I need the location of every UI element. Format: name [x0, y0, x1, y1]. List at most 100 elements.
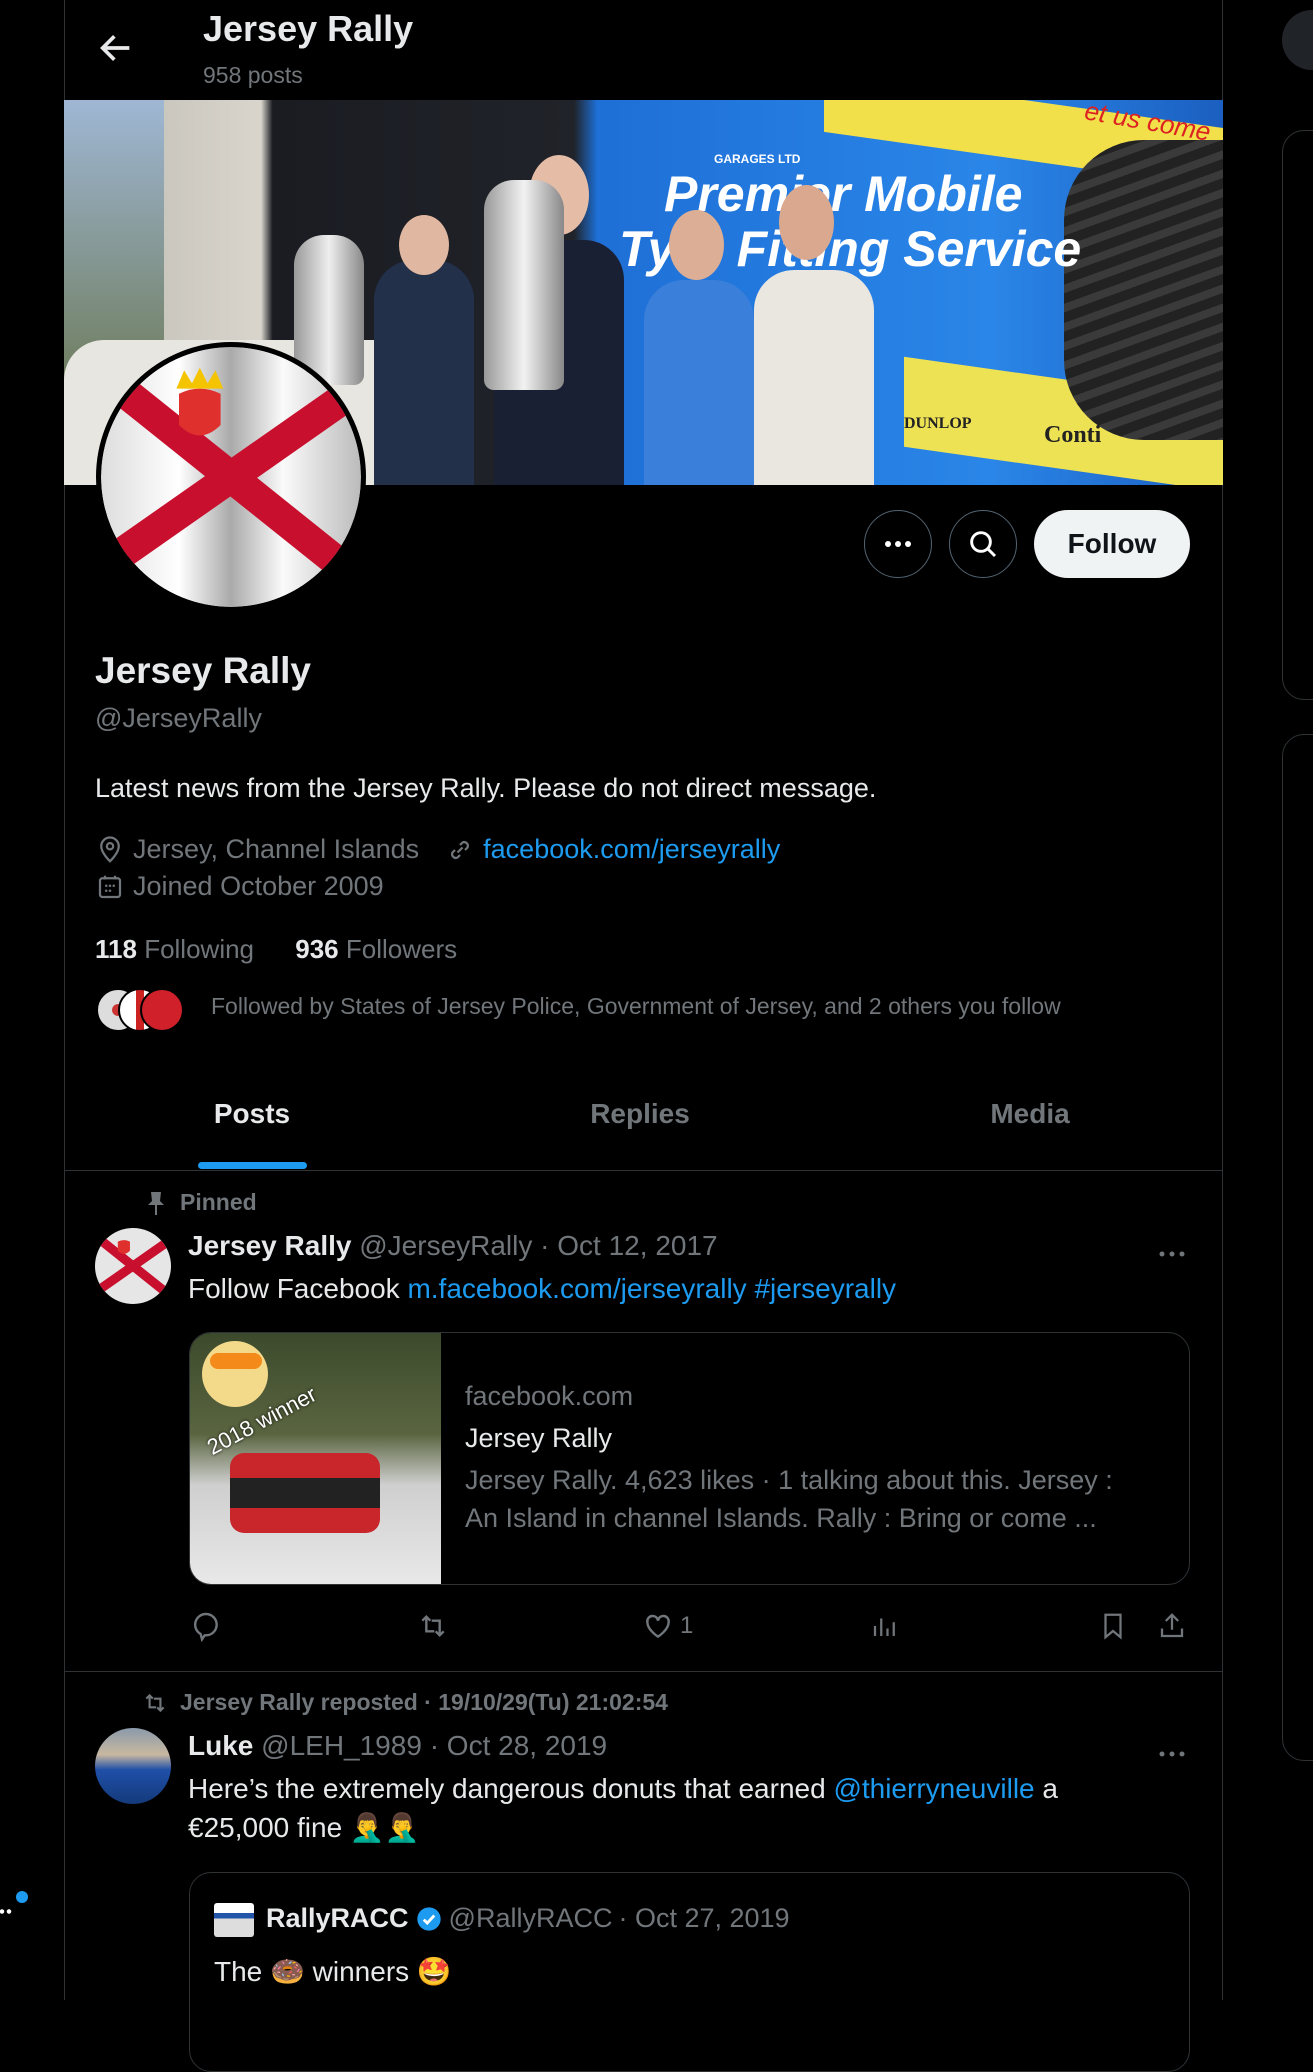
card-description: Jersey Rally. 4,623 likes · 1 talking ab…: [465, 1465, 1113, 1495]
profile-name: Jersey Rally: [95, 650, 312, 691]
quoted-text: The 🍩 winners 🤩: [214, 1956, 452, 1987]
followers-label: Followers: [345, 934, 458, 964]
tab-active-indicator: [198, 1162, 307, 1169]
following-count: 118: [95, 934, 137, 964]
more-options-button[interactable]: [864, 510, 932, 578]
share-button[interactable]: [1157, 1610, 1187, 1642]
post-mention[interactable]: @thierryneuville: [833, 1773, 1034, 1804]
verified-badge-icon: [416, 1906, 441, 1931]
more-horizontal-icon: [1159, 1751, 1185, 1757]
post-text: Here’s the extremely dangerous donuts th…: [188, 1773, 1058, 1805]
joined-text: Joined October 2009: [133, 871, 384, 901]
post-text: Follow Facebook m.facebook.com/jerseyral…: [188, 1273, 896, 1305]
share-icon: [1160, 1613, 1184, 1638]
post-more-button[interactable]: [1158, 1745, 1186, 1763]
followed-by-avatars[interactable]: [96, 988, 186, 1032]
arrow-left-icon: [100, 35, 130, 61]
jersey-flag-avatar-image: [101, 347, 361, 607]
profile-joined: Joined October 2009: [95, 871, 384, 902]
reply-icon: [194, 1612, 218, 1642]
post-author-name[interactable]: Luke: [188, 1730, 253, 1761]
quoted-author-name: RallyRACC: [266, 1903, 409, 1933]
pinned-text: Pinned: [180, 1189, 257, 1215]
website-link[interactable]: facebook.com/jerseyrally: [483, 834, 780, 865]
quoted-avatar: [214, 1903, 254, 1937]
tab-posts[interactable]: Posts: [59, 1098, 445, 1130]
post-more-button[interactable]: [1158, 1245, 1186, 1263]
post-avatar[interactable]: [95, 1728, 171, 1804]
repost-context: Jersey Rally reposted · 19/10/29(Tu) 21:…: [140, 1689, 668, 1716]
post-author-name[interactable]: Jersey Rally: [188, 1230, 351, 1261]
quoted-author-handle: @RallyRACC: [448, 1903, 613, 1933]
post-count: 958 posts: [203, 62, 303, 88]
link-preview-image: 2018 winner: [190, 1333, 441, 1584]
sidebar-panel: [1282, 734, 1313, 1761]
bookmark-button[interactable]: [1098, 1610, 1128, 1642]
banner-text: GARAGES LTD: [714, 152, 801, 166]
more-horizontal-icon: [885, 541, 911, 547]
location-text: Jersey, Channel Islands: [133, 834, 420, 864]
heart-icon: [646, 1614, 670, 1639]
followers-count: 936: [295, 934, 339, 964]
post-text-line2: €25,000 fine 🤦‍♂️🤦‍♂️: [188, 1812, 420, 1843]
repost-context-text[interactable]: Jersey Rally reposted · 19/10/29(Tu) 21:…: [180, 1689, 668, 1716]
views-button[interactable]: [870, 1610, 900, 1642]
like-button[interactable]: 1: [642, 1610, 693, 1642]
post-date[interactable]: · Oct 12, 2017: [540, 1230, 717, 1261]
analytics-icon: [873, 1618, 895, 1636]
card-description: An Island in channel Islands. Rally : Br…: [465, 1503, 1097, 1533]
notification-dot: [16, 1891, 28, 1903]
sidebar-panel: [1282, 130, 1313, 700]
like-count: 1: [680, 1612, 694, 1639]
location-pin-icon: [100, 835, 120, 863]
post-avatar[interactable]: [95, 1228, 171, 1304]
banner-text: DUNLOP: [904, 415, 972, 432]
pin-icon: [148, 1191, 164, 1215]
profile-handle: @JerseyRally: [95, 703, 262, 733]
repost-icon: [145, 1693, 165, 1712]
back-button[interactable]: [96, 28, 136, 68]
followed-by-text[interactable]: Followed by States of Jersey Police, Gov…: [211, 993, 1061, 1020]
followers-link[interactable]: 936 Followers: [295, 934, 457, 964]
banner-text: Conti: [1044, 422, 1102, 448]
repost-icon: [421, 1614, 445, 1638]
profile-location: Jersey, Channel Islands facebook.com/jer…: [95, 834, 780, 865]
pinned-label: Pinned: [146, 1189, 257, 1216]
bookmark-icon: [1104, 1613, 1122, 1640]
sidebar-search-box[interactable]: [1282, 10, 1313, 70]
header-title: Jersey Rally: [203, 8, 414, 49]
quoted-post[interactable]: RallyRACC @RallyRACC · Oct 27, 2019 The …: [189, 1872, 1190, 2072]
post-text-body: Here’s the extremely dangerous donuts th…: [188, 1773, 834, 1804]
tab-media[interactable]: Media: [837, 1098, 1223, 1130]
post-author-handle[interactable]: @LEH_1989: [261, 1730, 422, 1761]
card-title: Jersey Rally: [465, 1423, 613, 1453]
post-link[interactable]: m.facebook.com/jerseyrally: [407, 1273, 746, 1304]
profile-bio: Latest news from the Jersey Rally. Pleas…: [95, 773, 877, 803]
post-author-handle[interactable]: @JerseyRally: [359, 1230, 532, 1261]
more-nav-icon[interactable]: [0, 1909, 12, 1914]
follow-button[interactable]: Follow: [1034, 510, 1190, 578]
tab-replies[interactable]: Replies: [447, 1098, 833, 1130]
repost-button[interactable]: [416, 1610, 450, 1642]
banner-text: Premier Mobile: [664, 166, 1023, 222]
quoted-header: RallyRACC @RallyRACC · Oct 27, 2019: [266, 1903, 790, 1934]
calendar-icon: [98, 875, 122, 898]
post-text-body: a: [1034, 1773, 1058, 1804]
profile-stats: 118 Following 936 Followers: [95, 934, 457, 965]
search-profile-button[interactable]: [949, 510, 1017, 578]
more-horizontal-icon: [1159, 1251, 1185, 1257]
following-link[interactable]: 118 Following: [95, 934, 254, 964]
post-hashtag[interactable]: #jerseyrally: [754, 1273, 896, 1304]
jersey-flag-avatar-image: [95, 1228, 171, 1304]
link-icon: [451, 840, 470, 859]
link-preview-card[interactable]: 2018 winner facebook.com Jersey Rally Je…: [189, 1332, 1190, 1585]
follower-avatar: [140, 988, 184, 1032]
divider: [64, 1671, 1223, 1672]
divider: [64, 1170, 1223, 1171]
profile-avatar[interactable]: [96, 342, 366, 612]
search-icon: [970, 531, 997, 558]
quoted-date: · Oct 27, 2019: [618, 1903, 790, 1933]
post-date[interactable]: · Oct 28, 2019: [430, 1730, 607, 1761]
reply-button[interactable]: [190, 1610, 222, 1642]
post-header: Jersey Rally @JerseyRally · Oct 12, 2017: [188, 1230, 718, 1262]
